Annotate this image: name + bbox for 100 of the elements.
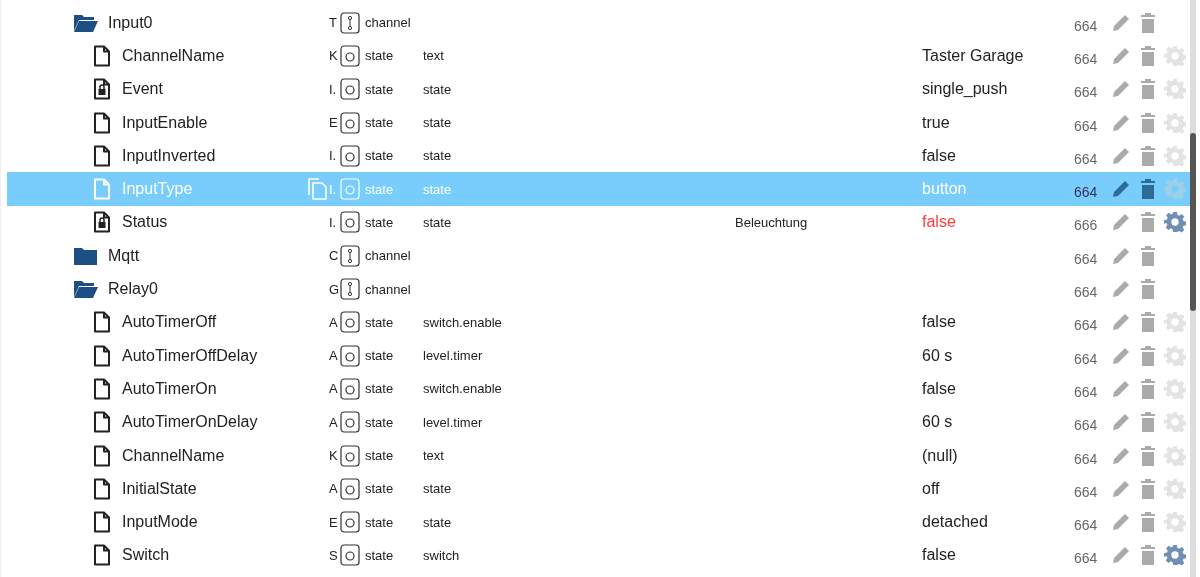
object-value: false bbox=[922, 546, 956, 564]
object-name: ChannelName bbox=[122, 46, 225, 65]
tree-row[interactable]: InputMode E state state detached 664 bbox=[7, 505, 1190, 539]
delete-icon[interactable] bbox=[1140, 78, 1156, 101]
object-name: InputType bbox=[122, 180, 193, 199]
acl-value: 664 bbox=[1074, 317, 1099, 334]
object-label: A bbox=[329, 348, 339, 364]
object-label: A bbox=[329, 314, 339, 330]
tree-row[interactable]: InputEnable E state state true 664 bbox=[7, 105, 1190, 140]
tree-row[interactable]: ChannelName K state text (null) 664 bbox=[7, 438, 1190, 473]
delete-icon[interactable] bbox=[1140, 444, 1156, 467]
state-icon bbox=[340, 44, 360, 67]
delete-icon[interactable] bbox=[1140, 44, 1156, 67]
delete-icon[interactable] bbox=[1140, 311, 1156, 334]
settings-icon[interactable] bbox=[1164, 544, 1186, 567]
scrollbar-thumb[interactable] bbox=[1190, 133, 1196, 311]
object-type: state bbox=[365, 181, 395, 197]
object-type: state bbox=[365, 81, 395, 97]
acl-value: 664 bbox=[1074, 84, 1099, 101]
delete-icon[interactable] bbox=[1140, 344, 1156, 367]
delete-icon[interactable] bbox=[1140, 544, 1156, 567]
state-icon bbox=[340, 211, 360, 234]
object-label: I. bbox=[329, 81, 338, 97]
delete-icon[interactable] bbox=[1140, 178, 1156, 201]
tree-row[interactable]: Switch S state switch false 664 bbox=[7, 538, 1190, 573]
acl-value: 664 bbox=[1074, 383, 1099, 400]
object-value: off bbox=[922, 479, 940, 497]
delete-icon[interactable] bbox=[1140, 278, 1156, 300]
delete-icon[interactable] bbox=[1140, 377, 1156, 400]
object-label: E bbox=[329, 115, 339, 131]
object-type: state bbox=[365, 481, 395, 497]
open-folder-icon[interactable] bbox=[73, 12, 99, 33]
object-value: (null) bbox=[922, 446, 958, 464]
locked-file-icon bbox=[93, 78, 111, 101]
object-type: channel bbox=[365, 281, 412, 297]
delete-icon[interactable] bbox=[1140, 211, 1156, 234]
delete-icon[interactable] bbox=[1140, 477, 1156, 500]
tree-row[interactable]: Event I. state state single_push 664 bbox=[7, 72, 1190, 106]
channel-icon bbox=[340, 244, 360, 267]
tree-row[interactable]: InputType I. state state button 664 bbox=[7, 172, 1190, 206]
open-folder-icon[interactable] bbox=[73, 279, 99, 299]
delete-icon[interactable] bbox=[1140, 144, 1156, 167]
object-type: state bbox=[365, 214, 395, 230]
file-icon bbox=[93, 111, 111, 134]
edit-icon[interactable] bbox=[1110, 278, 1132, 300]
state-icon bbox=[340, 178, 360, 201]
object-name: Relay0 bbox=[108, 280, 158, 298]
delete-icon[interactable] bbox=[1140, 411, 1156, 434]
object-value: false bbox=[922, 379, 956, 397]
object-type: state bbox=[365, 115, 395, 131]
object-label: G bbox=[329, 281, 340, 297]
settings-icon[interactable] bbox=[1164, 211, 1186, 234]
tree-row[interactable]: ChannelName K state text Taster Garage 664 bbox=[7, 39, 1190, 73]
delete-icon[interactable] bbox=[1140, 244, 1156, 267]
tree-row[interactable]: Status I. state state Beleuchtung false 666 bbox=[7, 205, 1190, 240]
acl-value: 664 bbox=[1074, 483, 1099, 500]
object-type: state bbox=[365, 381, 395, 397]
acl-value: 664 bbox=[1074, 284, 1099, 300]
delete-icon[interactable] bbox=[1140, 511, 1156, 534]
tree-row[interactable]: Relay0 G channel 664 bbox=[7, 272, 1190, 306]
state-icon bbox=[340, 78, 360, 101]
object-role: state bbox=[423, 81, 452, 97]
tree-row[interactable]: InputInverted I. state state false 664 bbox=[7, 139, 1190, 173]
object-type: state bbox=[365, 514, 395, 530]
tree-row[interactable]: AutoTimerOn A state switch.enable false 664 bbox=[7, 372, 1190, 406]
folder-icon[interactable] bbox=[73, 245, 99, 266]
tree-row[interactable]: AutoTimerOff A state switch.enable false 664 bbox=[7, 305, 1190, 339]
object-name: Mqtt bbox=[108, 246, 140, 265]
object-label: A bbox=[329, 481, 339, 497]
state-icon bbox=[340, 377, 360, 400]
object-role: state bbox=[423, 115, 452, 131]
state-icon bbox=[340, 344, 360, 367]
tree-row[interactable]: Mqtt C channel 664 bbox=[7, 239, 1190, 273]
object-role: switch bbox=[423, 547, 460, 563]
acl-value: 664 bbox=[1074, 17, 1099, 34]
object-name: InitialState bbox=[122, 479, 197, 498]
file-icon bbox=[93, 444, 111, 467]
acl-value: 664 bbox=[1074, 417, 1099, 434]
state-icon bbox=[340, 111, 360, 134]
tree-row[interactable]: InitialState A state state off 664 bbox=[7, 472, 1190, 506]
object-value: Taster Garage bbox=[922, 46, 1024, 64]
acl-value: 664 bbox=[1074, 250, 1099, 267]
object-role: text bbox=[423, 48, 444, 64]
object-type: state bbox=[365, 148, 395, 164]
tree-row[interactable]: Input0 T channel 664 bbox=[7, 6, 1190, 40]
object-value: button bbox=[922, 180, 967, 198]
object-type: channel bbox=[365, 248, 412, 264]
tree-row[interactable]: AutoTimerOnDelay A state level.timer 60 s 664 bbox=[7, 405, 1190, 439]
delete-icon[interactable] bbox=[1140, 111, 1156, 134]
object-label: K bbox=[329, 48, 339, 64]
file-icon bbox=[93, 377, 111, 400]
tree-row[interactable]: AutoTimerOffDelay A state level.timer 60 s 664 bbox=[7, 338, 1190, 373]
object-name: InputEnable bbox=[122, 113, 208, 132]
object-name: Switch bbox=[122, 546, 170, 565]
acl-value: 664 bbox=[1074, 450, 1099, 467]
object-label: T bbox=[329, 15, 338, 31]
object-name: AutoTimerOn bbox=[122, 379, 217, 398]
copy-icon[interactable] bbox=[307, 178, 327, 201]
delete-icon[interactable] bbox=[1140, 11, 1156, 34]
object-role: state bbox=[423, 514, 452, 530]
